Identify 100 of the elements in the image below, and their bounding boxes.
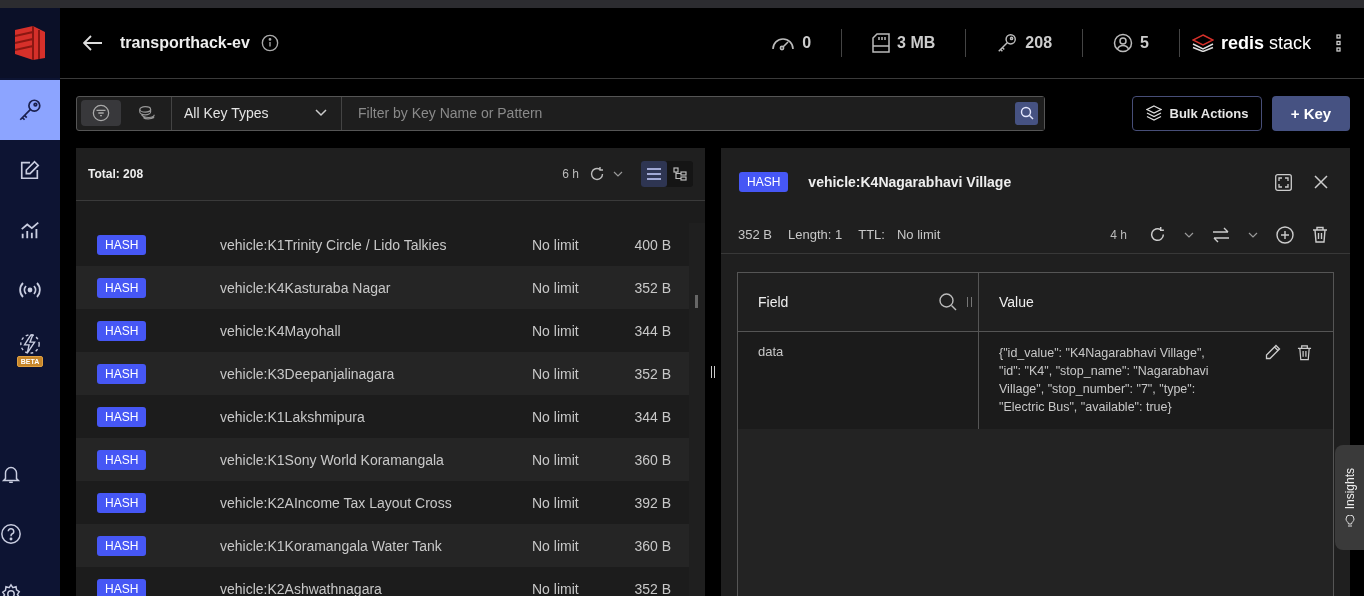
- type-badge: HASH: [97, 363, 147, 384]
- key-name: vehicle:K1Trinity Circle / Lido Talkies: [220, 236, 448, 253]
- key-ttl: No limit: [532, 451, 580, 468]
- ttl-value: No limit: [896, 227, 941, 242]
- column-header: Field: [758, 294, 789, 310]
- key-ttl: No limit: [532, 279, 580, 296]
- bulk-actions-button[interactable]: Bulk Actions: [1132, 95, 1262, 131]
- key-size: 360 B: [633, 451, 671, 468]
- column-header: Value: [999, 294, 1034, 310]
- key-size: 392 B: [633, 494, 671, 511]
- info-icon[interactable]: [260, 34, 279, 52]
- stat-value: 208: [1025, 34, 1053, 52]
- refresh-age: 4 h: [1110, 227, 1127, 242]
- add-circle-icon[interactable]: [1276, 225, 1294, 244]
- key-ttl: No limit: [532, 580, 580, 596]
- browser-nav-button[interactable]: [0, 80, 60, 140]
- chevron-down-icon[interactable]: [613, 171, 623, 177]
- chevron-down-icon: [315, 109, 327, 117]
- help-icon: [0, 523, 22, 545]
- key-row[interactable]: HASH vehicle:K3Deepanjalinagara No limit 352 B: [76, 352, 689, 395]
- key-ttl: No limit: [532, 408, 580, 425]
- chevron-down-icon[interactable]: [1184, 231, 1194, 238]
- column-resize-handle[interactable]: [967, 297, 972, 307]
- layers-icon: [1191, 34, 1214, 52]
- brand-name: redis stack: [1220, 32, 1311, 54]
- lightning-gear-icon: [19, 333, 41, 355]
- database-name: transporthack-ev: [120, 34, 250, 52]
- chevron-down-icon[interactable]: [1248, 231, 1258, 238]
- key-size: 352 B: [633, 580, 671, 596]
- list-icon: [647, 168, 661, 180]
- key-icon: [17, 97, 43, 123]
- key-name: vehicle:K1Koramangala Water Tank: [220, 537, 443, 554]
- stat-value: 3 MB: [897, 34, 936, 52]
- filter-mode-button[interactable]: [81, 100, 121, 126]
- key-name: vehicle:K4Kasturaba Nagar: [220, 279, 392, 296]
- key-size: 352 B: [738, 227, 772, 242]
- resize-handle[interactable]: [711, 366, 715, 378]
- trash-icon[interactable]: [1312, 226, 1328, 243]
- field-cell: data: [758, 344, 784, 359]
- key-size: 352 B: [633, 279, 671, 296]
- stat-value: 0: [802, 34, 812, 52]
- search-button[interactable]: [1015, 101, 1038, 125]
- ttl-label: TTL:: [858, 227, 885, 242]
- key-size: 360 B: [633, 537, 671, 554]
- key-size: 352 B: [633, 365, 671, 382]
- tree-icon: [673, 167, 687, 181]
- list-view-button[interactable]: [641, 161, 667, 187]
- type-badge: HASH: [97, 320, 147, 341]
- key-length: Length: 1: [788, 227, 843, 242]
- key-ttl: No limit: [532, 322, 580, 339]
- key-row[interactable]: HASH vehicle:K1Sony World Koramangala No limit 360 B: [76, 438, 689, 481]
- swap-arrows-icon[interactable]: [1212, 226, 1230, 243]
- user-icon: [1113, 33, 1134, 53]
- key-size: 344 B: [633, 322, 671, 339]
- close-icon[interactable]: [1314, 175, 1328, 189]
- back-arrow-icon[interactable]: [83, 35, 103, 51]
- key-size: 400 B: [633, 236, 671, 253]
- layers-icon: [1145, 105, 1162, 121]
- key-ttl: No limit: [532, 365, 580, 382]
- refresh-icon[interactable]: [589, 166, 605, 182]
- fullscreen-icon[interactable]: [1275, 173, 1292, 191]
- edit-icon[interactable]: [1265, 344, 1281, 360]
- key-ttl: No limit: [532, 494, 580, 511]
- type-badge: HASH: [739, 172, 789, 192]
- key-name: vehicle:K3Deepanjalinagara: [220, 365, 396, 382]
- key-ttl: No limit: [532, 537, 580, 554]
- key-name: vehicle:K1Sony World Koramangala: [220, 451, 445, 468]
- filter-icon: [92, 104, 110, 122]
- coins-icon: [138, 105, 156, 121]
- key-name: vehicle:K2Ashwathnagara: [220, 580, 383, 596]
- speedometer-icon: [771, 35, 796, 51]
- edit-icon: [19, 159, 41, 181]
- memory-card-icon: [872, 33, 891, 53]
- key-ttl: No limit: [532, 236, 580, 253]
- type-badge: HASH: [97, 492, 147, 513]
- insights-tab[interactable]: Insights: [1335, 445, 1364, 550]
- scrollbar-thumb[interactable]: [695, 295, 698, 308]
- key-name: vehicle:K2AIncome Tax Layout Cross: [220, 494, 453, 511]
- stat-value: 5: [1140, 34, 1149, 52]
- total-keys: Total: 208: [88, 167, 144, 181]
- type-badge: HASH: [97, 535, 147, 556]
- add-key-button[interactable]: + Key: [1272, 95, 1350, 131]
- refresh-age: 6 h: [562, 167, 579, 181]
- lightbulb-icon: [1343, 515, 1356, 528]
- search-icon: [1019, 106, 1034, 120]
- chart-icon: [19, 219, 41, 241]
- key-row[interactable]: HASH vehicle:K1Koramangala Water Tank No limit 360 B: [76, 524, 689, 567]
- type-badge: HASH: [97, 277, 147, 298]
- type-badge: HASH: [97, 234, 147, 255]
- type-badge: HASH: [97, 406, 147, 427]
- key-name: vehicle:K1Lakshmipura: [220, 408, 366, 425]
- more-icon[interactable]: [1336, 34, 1342, 52]
- trash-icon[interactable]: [1297, 344, 1312, 361]
- key-icon: [996, 32, 1019, 54]
- value-cell-text: {"id_value": "K4Nagarabhavi Village", "id": "K4", "stop_name": "Nagarabhavi Village", "stop_number": "7", "type": "Electric Bus", "available": true}: [999, 345, 1210, 417]
- key-name: vehicle:K4Mayohall: [220, 322, 342, 339]
- search-icon[interactable]: [939, 293, 957, 311]
- key-row[interactable]: HASH vehicle:K4Kasturaba Nagar No limit 352 B: [76, 266, 689, 309]
- type-badge: HASH: [97, 449, 147, 470]
- refresh-icon[interactable]: [1149, 226, 1166, 243]
